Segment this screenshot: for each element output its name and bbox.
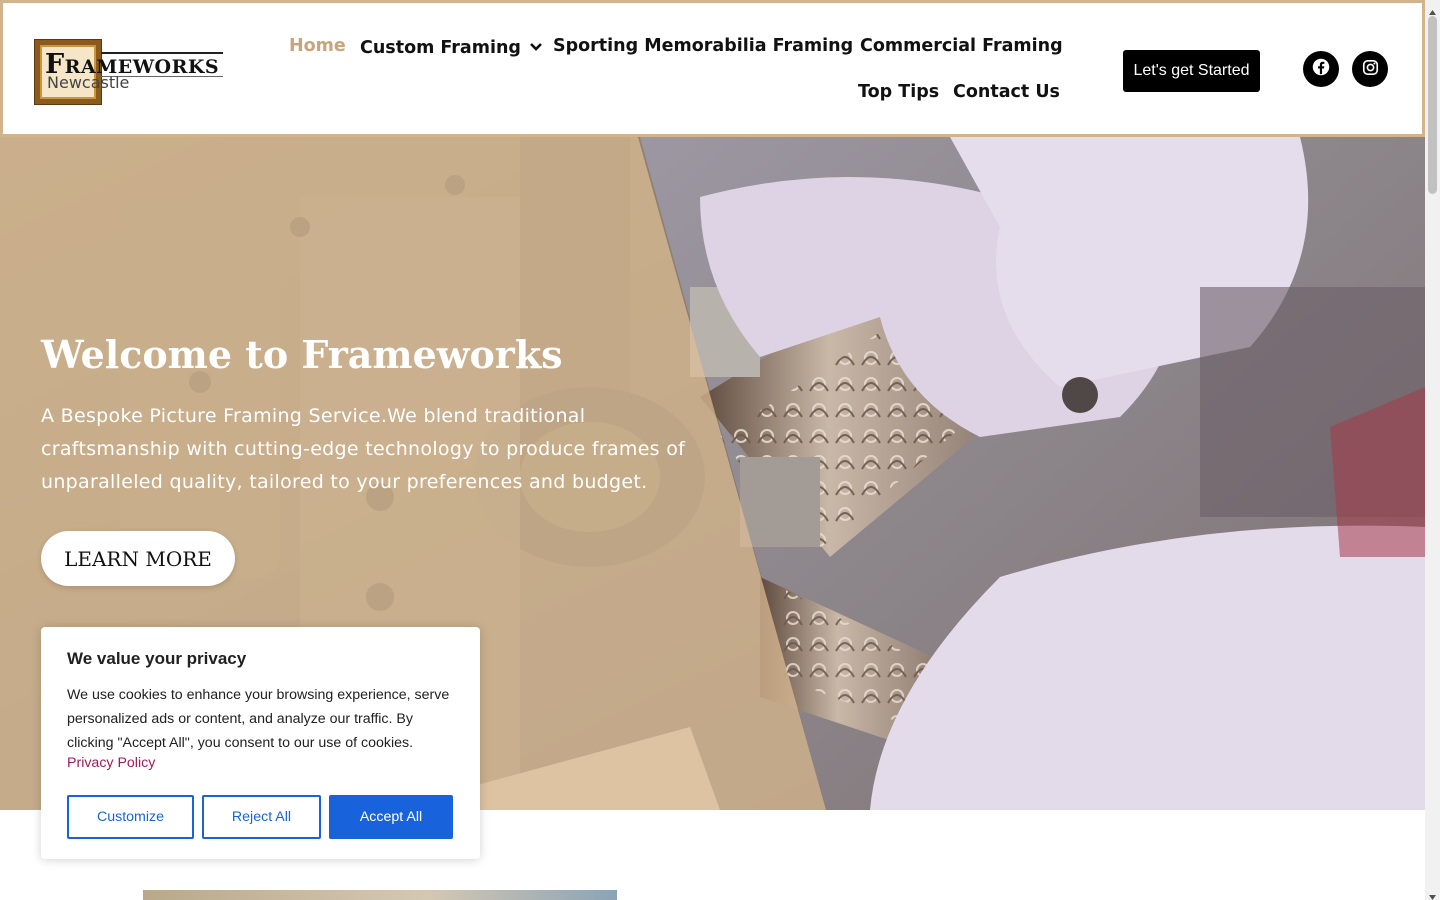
section-image-peek: [143, 890, 617, 900]
facebook-icon: [1312, 58, 1330, 80]
hero-title: Welcome to Frameworks: [41, 332, 563, 377]
site-logo[interactable]: Frameworks Newcastle: [35, 37, 227, 107]
instagram-icon: [1362, 59, 1379, 80]
hero-description: A Bespoke Picture Framing Service.We ble…: [41, 405, 686, 493]
privacy-policy-link[interactable]: Privacy Policy: [67, 755, 155, 771]
nav-custom-framing[interactable]: Custom Framing: [360, 38, 542, 58]
nav-custom-framing-label: Custom Framing: [360, 38, 521, 58]
reject-all-button[interactable]: Reject All: [202, 795, 321, 839]
nav-commercial-framing[interactable]: Commercial Framing: [860, 37, 1063, 56]
learn-more-button[interactable]: LEARN MORE: [41, 531, 235, 586]
nav-home[interactable]: Home: [289, 37, 346, 56]
nav-contact-us[interactable]: Contact Us: [953, 83, 1060, 102]
page-scrollbar[interactable]: [1425, 0, 1440, 900]
instagram-link[interactable]: [1352, 51, 1388, 87]
logo-subtitle: Newcastle: [47, 73, 130, 92]
cookie-description: We use cookies to enhance your browsing …: [67, 687, 450, 751]
facebook-link[interactable]: [1303, 51, 1339, 87]
scrollbar-thumb[interactable]: [1428, 16, 1437, 194]
nav-sporting-memorabilia[interactable]: Sporting Memorabilia Framing: [553, 37, 853, 56]
customize-button[interactable]: Customize: [67, 795, 194, 839]
site-header: Frameworks Newcastle Home Custom Framing…: [0, 0, 1425, 137]
chevron-down-icon: [530, 38, 542, 56]
get-started-button[interactable]: Let's get Started: [1123, 50, 1260, 92]
scroll-up-arrow-icon[interactable]: [1428, 2, 1437, 15]
scroll-down-arrow-icon[interactable]: [1428, 887, 1437, 900]
nav-top-tips[interactable]: Top Tips: [858, 83, 939, 102]
cookie-title: We value your privacy: [67, 649, 247, 668]
accept-all-button[interactable]: Accept All: [329, 795, 453, 839]
cookie-consent-banner: We value your privacy We use cookies to …: [41, 627, 480, 859]
